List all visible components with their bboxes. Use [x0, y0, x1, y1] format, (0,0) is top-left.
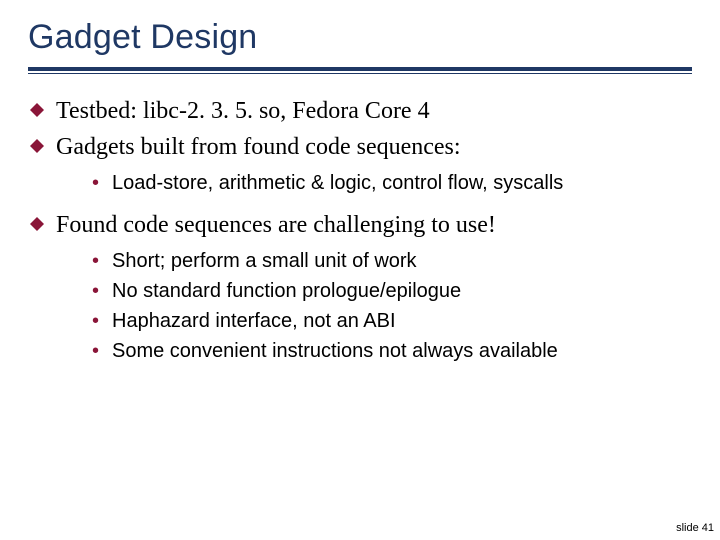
rule-thin: [28, 73, 692, 74]
slide-body: Testbed: libc-2. 3. 5. so, Fedora Core 4…: [28, 96, 692, 364]
sub-bullet-item: Short; perform a small unit of work: [56, 248, 692, 274]
sub-bullet-text: Load-store, arithmetic & logic, control …: [112, 172, 563, 194]
bullet-item: Gadgets built from found code sequences:…: [28, 132, 692, 196]
rule-thick: [28, 67, 692, 71]
sub-bullet-text: Some convenient instructions not always …: [112, 340, 558, 362]
slide-number: slide 41: [676, 522, 714, 534]
slide: Gadget Design Testbed: libc-2. 3. 5. so,…: [0, 0, 720, 540]
sub-bullet-item: Haphazard interface, not an ABI: [56, 308, 692, 334]
diamond-icon: [30, 217, 44, 231]
bullet-item: Testbed: libc-2. 3. 5. so, Fedora Core 4: [28, 96, 692, 126]
sub-bullet-item: Load-store, arithmetic & logic, control …: [56, 170, 692, 196]
sub-bullet-list: Load-store, arithmetic & logic, control …: [56, 170, 692, 196]
sub-bullet-list: Short; perform a small unit of work No s…: [56, 248, 692, 364]
diamond-icon: [30, 139, 44, 153]
bullet-text: Found code sequences are challenging to …: [56, 212, 496, 238]
sub-bullet-item: Some convenient instructions not always …: [56, 338, 692, 364]
diamond-icon: [30, 103, 44, 117]
bullet-text: Gadgets built from found code sequences:: [56, 134, 461, 160]
sub-bullet-text: Short; perform a small unit of work: [112, 250, 417, 272]
bullet-list: Testbed: libc-2. 3. 5. so, Fedora Core 4…: [28, 96, 692, 364]
sub-bullet-text: Haphazard interface, not an ABI: [112, 310, 396, 332]
slide-title: Gadget Design: [28, 18, 692, 57]
bullet-item: Found code sequences are challenging to …: [28, 210, 692, 364]
bullet-text: Testbed: libc-2. 3. 5. so, Fedora Core 4: [56, 98, 430, 124]
sub-bullet-text: No standard function prologue/epilogue: [112, 280, 461, 302]
sub-bullet-item: No standard function prologue/epilogue: [56, 278, 692, 304]
